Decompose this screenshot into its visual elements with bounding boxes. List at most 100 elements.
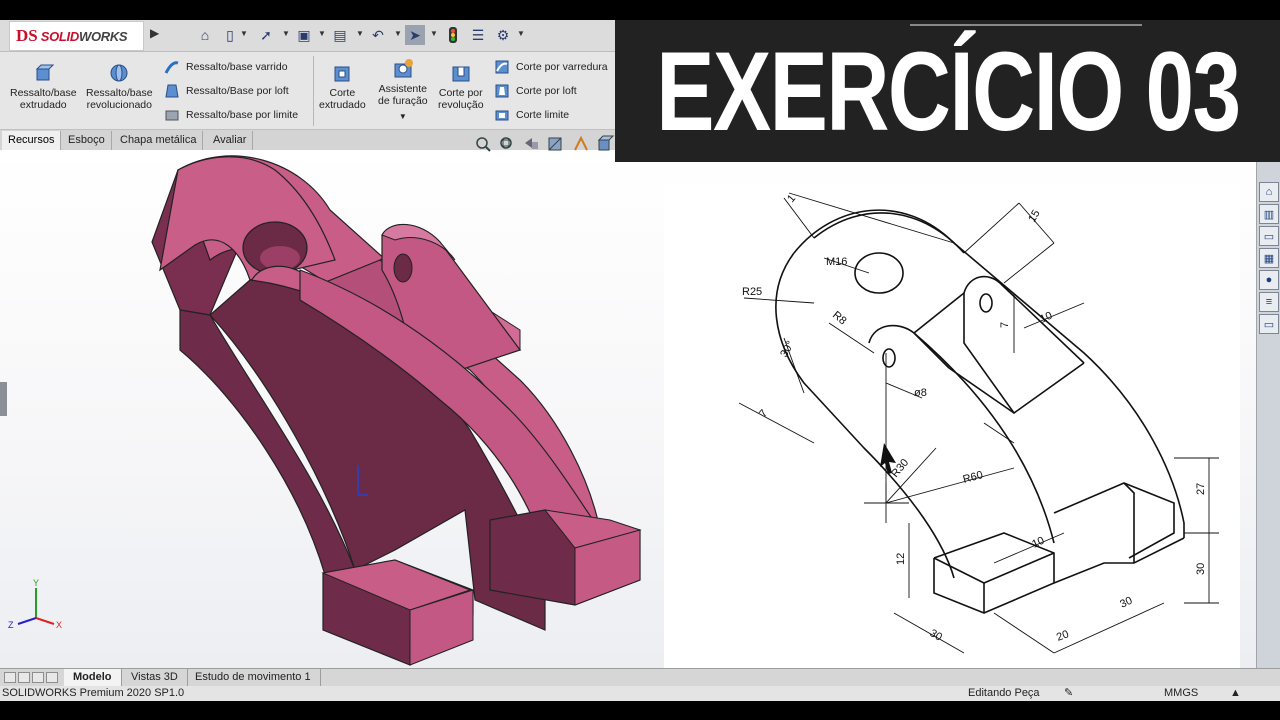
tab-estudo-movimento[interactable]: Estudo de movimento 1	[186, 669, 321, 686]
extruded-cut-icon	[334, 66, 350, 82]
hole-wizard-icon	[394, 59, 413, 78]
open-file-icon[interactable]: ➚	[256, 25, 276, 45]
exercise-title: EXERCÍCIO 03	[655, 28, 1241, 154]
unit-system[interactable]: MMGS	[1164, 686, 1198, 701]
label-15: 15	[1026, 208, 1043, 225]
view-palette-icon[interactable]: ▦	[1259, 248, 1279, 268]
loft-icon	[165, 84, 179, 98]
boundary-icon	[165, 110, 179, 121]
chevron-down-icon[interactable]: ▼	[430, 29, 438, 38]
hole-wizard-button[interactable]: Assistente de furação ▼	[378, 58, 428, 123]
drawing-svg: M16 R25 R8 30° ø8 R30 R60 15 10 7 1 7 27…	[738, 193, 1219, 654]
tab-avaliar[interactable]: Avaliar	[207, 131, 254, 150]
boundary-cut-icon	[495, 110, 509, 121]
revolved-cut-icon	[452, 66, 470, 82]
product-version: SOLIDWORKS Premium 2020 SP1.0	[2, 687, 185, 699]
sweep-icon	[164, 61, 179, 74]
select-pointer-icon[interactable]: ➤	[405, 25, 425, 45]
save-icon[interactable]: ▣	[294, 25, 314, 45]
logo-ds: DS	[16, 26, 38, 45]
undo-icon[interactable]: ↶	[368, 25, 388, 45]
label-d8: ø8	[914, 387, 927, 399]
extrude-icon	[36, 64, 55, 81]
label-1: 1	[785, 193, 798, 205]
chevron-down-icon[interactable]: ▼	[318, 29, 326, 38]
next-tab-icon[interactable]	[32, 672, 44, 683]
extruded-boss-button[interactable]: Ressalto/base extrudado	[10, 62, 77, 111]
rebuild-icon[interactable]	[443, 25, 463, 45]
tab-esboco[interactable]: Esboço	[62, 131, 112, 150]
boundary-boss-button[interactable]: Ressalto/base por limite	[164, 106, 298, 124]
expand-menu-icon[interactable]: ▶	[150, 26, 162, 46]
print-icon[interactable]: ▤	[330, 25, 350, 45]
appearances-icon[interactable]: ●	[1259, 270, 1279, 290]
label-30a: 30	[928, 627, 945, 644]
axis-z-label: Z	[8, 620, 14, 630]
status-bar: SOLIDWORKS Premium 2020 SP1.0 Editando P…	[0, 686, 1280, 701]
label-7: 7	[999, 322, 1011, 328]
chevron-down-icon[interactable]: ▼	[394, 29, 402, 38]
model-tabs-bar: Modelo Vistas 3D Estudo de movimento 1	[0, 668, 1280, 686]
chevron-down-icon[interactable]: ▼	[240, 29, 248, 38]
swept-boss-button[interactable]: Ressalto/base varrido	[164, 58, 288, 76]
lofted-cut-icon	[495, 84, 509, 98]
design-library-icon[interactable]: ▥	[1259, 204, 1279, 224]
tab-recursos[interactable]: Recursos	[2, 131, 62, 150]
part-3d-model[interactable]	[0, 150, 660, 668]
section-view-icon[interactable]	[546, 135, 564, 153]
revolved-cut-button[interactable]: Corte por revolução	[438, 62, 484, 111]
solidworks-forum-icon[interactable]: ▭	[1259, 314, 1279, 334]
banner-divider	[910, 24, 1142, 26]
chevron-down-icon[interactable]: ▼	[282, 29, 290, 38]
feature-manager-toggle[interactable]	[0, 382, 7, 416]
axis-x-label: X	[56, 620, 62, 630]
label-12: 12	[895, 553, 907, 565]
logo-brand: SOLIDWORKS	[40, 28, 128, 44]
dynamic-annotation-icon[interactable]	[572, 135, 590, 153]
chevron-down-icon[interactable]: ▼	[399, 111, 407, 123]
chevron-down-icon[interactable]: ▼	[517, 29, 525, 38]
prev-tab-icon[interactable]	[18, 672, 30, 683]
home-icon[interactable]: ⌂	[1259, 182, 1279, 202]
title-banner: EXERCÍCIO 03	[615, 20, 1280, 162]
file-explorer-icon[interactable]: ▭	[1259, 226, 1279, 246]
swept-cut-button[interactable]: Corte por varredura	[494, 58, 608, 76]
file-properties-icon[interactable]: ☰	[468, 25, 488, 45]
tab-chapa-metalica[interactable]: Chapa metálica	[114, 131, 204, 150]
label-30b: 30	[1118, 595, 1134, 611]
first-tab-icon[interactable]	[4, 672, 16, 683]
swept-cut-icon	[495, 60, 509, 74]
last-tab-icon[interactable]	[46, 672, 58, 683]
editing-mode: Editando Peça	[968, 687, 1040, 699]
options-gear-icon[interactable]: ⚙	[493, 25, 513, 45]
axis-y-label: Y	[33, 578, 39, 588]
lofted-boss-button[interactable]: Ressalto/Base por loft	[164, 82, 289, 100]
chevron-down-icon[interactable]: ▼	[356, 29, 364, 38]
lofted-cut-button[interactable]: Corte por loft	[494, 82, 577, 100]
rebuild-status-icon[interactable]: ✎	[1064, 686, 1073, 701]
label-7b: 7	[757, 408, 770, 420]
extruded-cut-button[interactable]: Corte extrudado	[319, 62, 366, 111]
toolbar-divider	[313, 56, 314, 126]
boundary-cut-button[interactable]: Corte limite	[494, 106, 569, 124]
zoom-to-fit-icon[interactable]	[474, 135, 492, 153]
chevron-up-icon[interactable]: ▲	[1230, 686, 1241, 701]
axis-triad: Y X Z	[8, 578, 62, 630]
label-30v: 30	[1195, 563, 1207, 575]
home-icon[interactable]: ⌂	[195, 25, 215, 45]
tab-vistas-3d[interactable]: Vistas 3D	[122, 669, 188, 686]
previous-view-icon[interactable]	[522, 135, 540, 153]
technical-drawing: M16 R25 R8 30° ø8 R30 R60 15 10 7 1 7 27…	[664, 183, 1240, 669]
custom-properties-icon[interactable]: ≡	[1259, 292, 1279, 312]
view-orientation-icon[interactable]	[596, 135, 614, 153]
solidworks-logo[interactable]: DS SOLIDWORKS	[9, 21, 144, 51]
label-m16: M16	[826, 256, 847, 268]
label-10a: 10	[1038, 310, 1054, 326]
zoom-area-icon[interactable]	[498, 135, 516, 153]
revolved-boss-button[interactable]: Ressalto/base revolucionado	[86, 62, 153, 111]
label-r60: R60	[962, 469, 985, 486]
tab-modelo[interactable]: Modelo	[64, 669, 122, 686]
label-20: 20	[1055, 628, 1071, 643]
label-27: 27	[1195, 483, 1207, 495]
new-document-icon[interactable]: ▯	[220, 25, 240, 45]
